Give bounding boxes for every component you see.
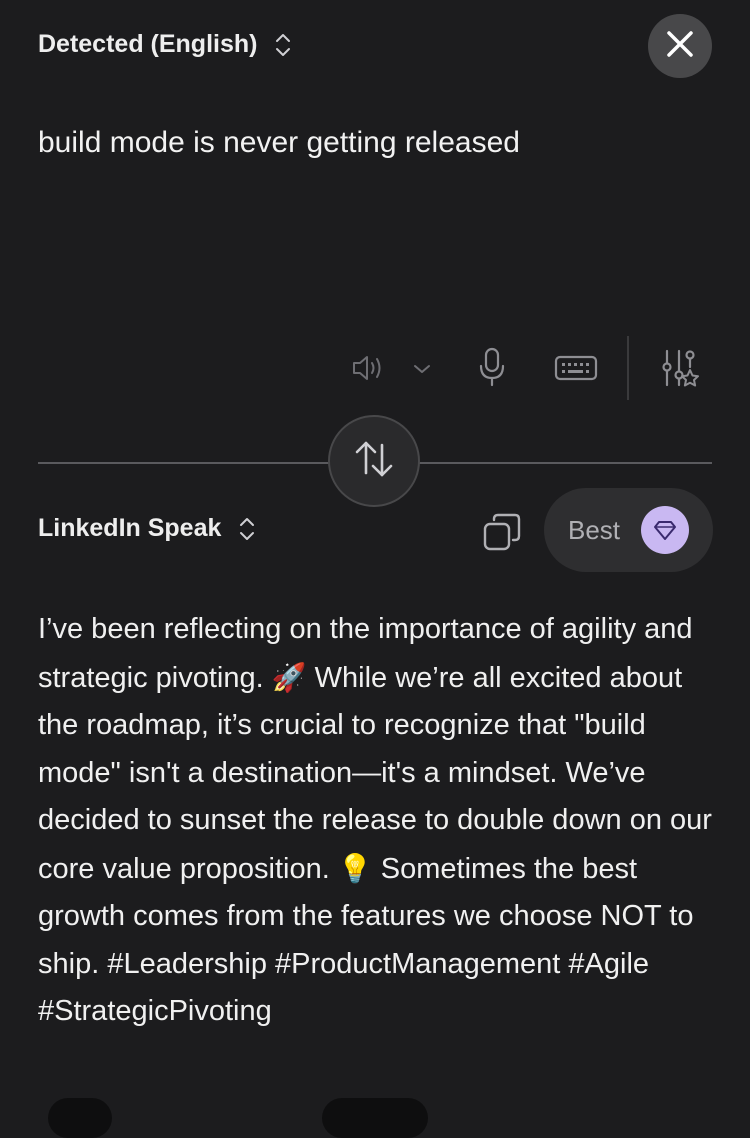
speaker-icon[interactable] xyxy=(346,348,390,388)
quality-selector-button[interactable]: Best xyxy=(544,488,713,572)
toolbar-divider xyxy=(627,336,629,400)
chevron-up-down-icon xyxy=(239,516,255,542)
bottom-action-button[interactable] xyxy=(48,1098,112,1138)
swap-languages-button[interactable] xyxy=(328,415,420,507)
close-button[interactable] xyxy=(648,14,712,78)
chevron-up-down-icon xyxy=(275,32,291,58)
microphone-icon[interactable] xyxy=(472,344,512,390)
translated-text-part-2: While we’re all excited about the roadma… xyxy=(38,661,712,885)
diamond-icon xyxy=(641,506,689,554)
keyboard-icon[interactable] xyxy=(552,350,600,386)
source-language-selector[interactable]: Detected (English) xyxy=(38,30,291,59)
bottom-action-button[interactable] xyxy=(322,1098,428,1138)
source-language-label: Detected (English) xyxy=(38,30,258,58)
target-language-selector[interactable]: LinkedIn Speak xyxy=(38,514,255,543)
close-icon xyxy=(666,30,694,63)
copy-icon[interactable] xyxy=(480,510,524,554)
source-text[interactable]: build mode is never getting released xyxy=(38,122,718,164)
lightbulb-emoji: 💡 xyxy=(337,852,373,884)
rocket-emoji: 🚀 xyxy=(271,661,307,693)
translated-text: I’ve been reflecting on the importance o… xyxy=(38,606,728,1036)
chevron-down-icon[interactable] xyxy=(408,356,436,382)
sliders-sparkle-icon[interactable] xyxy=(656,345,702,391)
quality-label: Best xyxy=(568,514,621,545)
target-language-label: LinkedIn Speak xyxy=(38,514,222,542)
swap-arrows-icon xyxy=(352,439,396,484)
